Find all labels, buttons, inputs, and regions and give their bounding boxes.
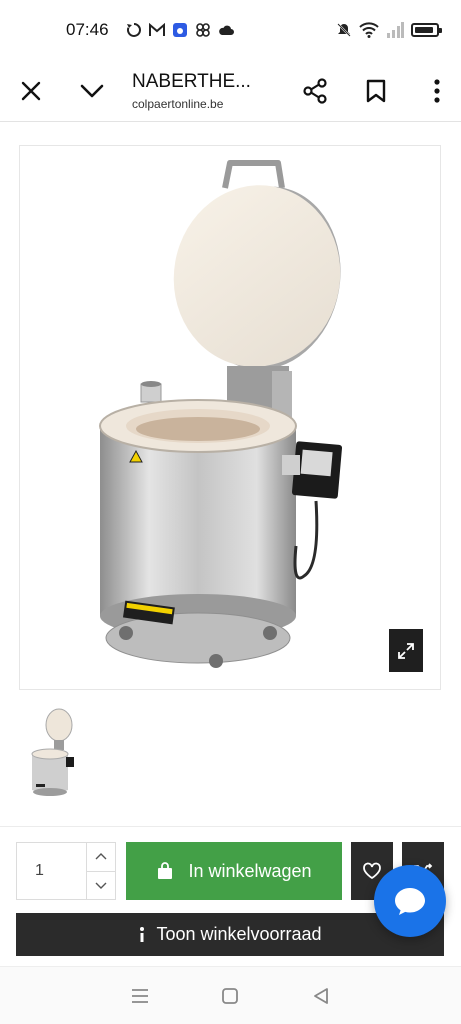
sync-icon: [126, 23, 141, 37]
chevron-down-icon: [95, 882, 107, 889]
back-button[interactable]: [301, 976, 341, 1016]
recents-button[interactable]: [120, 976, 160, 1016]
info-icon: [140, 926, 145, 942]
wifi-icon: [359, 22, 379, 38]
gmail-icon: [149, 23, 165, 36]
battery-icon: [411, 23, 442, 37]
chat-bubble-icon: [395, 888, 425, 915]
home-button[interactable]: [210, 976, 250, 1016]
more-vert-icon: [434, 78, 440, 103]
home-square-icon: [222, 987, 239, 1004]
quantity-arrows: [87, 843, 115, 899]
page-domain: colpaertonline.be: [132, 96, 224, 111]
add-to-cart-label: In winkelwagen: [188, 860, 312, 881]
show-stock-label: Toon winkelvoorraad: [156, 924, 322, 944]
product-image-frame[interactable]: [19, 145, 441, 690]
quantity-decrease-button[interactable]: [87, 872, 115, 900]
quantity-increase-button[interactable]: [87, 843, 115, 872]
mute-icon: [337, 23, 351, 37]
menu-lines-icon: [132, 988, 149, 1003]
shopping-bag-icon: [158, 862, 173, 879]
cloud-icon: [219, 25, 234, 35]
chevron-down-icon: [80, 84, 104, 97]
bookmark-button[interactable]: [352, 67, 400, 115]
share-icon: [303, 77, 327, 104]
weather-icon: [173, 23, 187, 37]
bookmark-icon: [366, 79, 386, 102]
add-to-cart-button[interactable]: In winkelwagen: [126, 842, 342, 900]
system-nav-bar: [0, 966, 461, 1024]
chevron-up-icon: [95, 853, 107, 860]
chat-button[interactable]: [374, 865, 446, 937]
quantity-stepper: 1: [16, 842, 116, 900]
status-time: 07:46: [66, 20, 109, 39]
quantity-input[interactable]: 1: [17, 843, 87, 899]
back-triangle-icon: [313, 987, 328, 1004]
expand-icon: [398, 642, 414, 659]
product-image: [99, 160, 343, 668]
product-thumbnail[interactable]: [26, 704, 78, 800]
notification-icons: [126, 22, 234, 38]
page-title: NABERTHE...: [132, 70, 251, 92]
expand-image-button[interactable]: [389, 629, 423, 672]
signal-icon: [387, 22, 404, 38]
close-icon: [21, 81, 41, 100]
collapse-button[interactable]: [68, 67, 116, 115]
close-button[interactable]: [7, 67, 55, 115]
thumbnail-image: [31, 708, 74, 796]
status-bar: 07:46: [0, 0, 461, 60]
browser-toolbar: NABERTHE... colpaertonline.be: [0, 60, 461, 122]
more-menu-button[interactable]: [413, 67, 461, 115]
heart-icon: [363, 862, 381, 880]
share-button[interactable]: [291, 67, 339, 115]
system-icons: [336, 22, 442, 38]
fan-icon: [196, 23, 210, 37]
url-block[interactable]: NABERTHE... colpaertonline.be: [132, 71, 272, 111]
